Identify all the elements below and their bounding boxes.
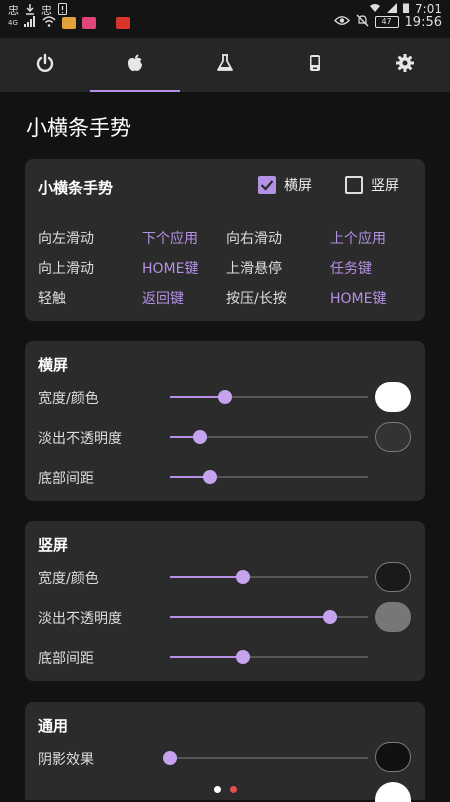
power-icon	[35, 53, 55, 77]
landscape-checkbox[interactable]: 横屏	[258, 175, 312, 195]
gear-icon	[395, 53, 415, 77]
page-dot[interactable]	[229, 785, 237, 793]
slider-thumb[interactable]	[236, 570, 251, 584]
portrait-opacity-slider[interactable]	[170, 610, 368, 624]
video-app-icon	[81, 17, 96, 29]
apple-icon	[125, 53, 145, 77]
gesture-value-swipe-hover[interactable]: 任务键	[330, 258, 372, 278]
gesture-value-swipe-left[interactable]: 下个应用	[142, 228, 198, 248]
gesture-label-tap: 轻触	[38, 291, 66, 307]
page-dot[interactable]	[213, 785, 221, 793]
status-row-bottom: 4G 47 19:56	[0, 14, 450, 32]
landscape-opacity-slider[interactable]	[170, 430, 368, 444]
slider-fill	[170, 656, 244, 658]
tab-device[interactable]	[270, 38, 360, 92]
wifi-icon	[42, 16, 56, 30]
portrait-card-title: 竖屏	[38, 536, 69, 554]
landscape-width-label: 宽度/颜色	[38, 391, 99, 407]
portrait-color-swatch[interactable]	[375, 562, 411, 592]
gesture-card: 小横条手势 横屏 竖屏 向左滑动 下个应用 向右滑动 上个应用 向上滑动 HOM…	[25, 159, 425, 321]
status-time: 19:56	[404, 14, 442, 30]
landscape-color-swatch[interactable]	[375, 382, 411, 412]
tab-power[interactable]	[0, 38, 90, 92]
gesture-label-press: 按压/长按	[226, 291, 287, 307]
slider-fill	[170, 576, 244, 578]
phone-icon	[305, 53, 325, 77]
tab-bar	[0, 38, 450, 92]
eye-icon	[333, 15, 350, 29]
gesture-value-press[interactable]: HOME键	[330, 288, 386, 308]
landscape-bottom-margin-slider[interactable]	[170, 470, 368, 484]
portrait-opacity-swatch[interactable]	[375, 602, 411, 632]
shadow-color-swatch[interactable]	[375, 742, 411, 772]
gesture-value-swipe-up[interactable]: HOME键	[142, 258, 198, 278]
checkbox-unchecked-icon	[345, 176, 363, 194]
tab-apple[interactable]	[90, 38, 180, 92]
slider-thumb[interactable]	[192, 430, 207, 444]
slider-thumb[interactable]	[323, 610, 338, 624]
page-title: 小横条手势	[26, 116, 131, 140]
general-card-title: 通用	[38, 717, 69, 735]
landscape-checkbox-label: 横屏	[284, 178, 312, 194]
gesture-card-title: 小横条手势	[38, 179, 114, 197]
battery-level: 47	[381, 17, 392, 26]
shadow-effect-label: 阴影效果	[38, 752, 94, 768]
game-app-icon	[115, 17, 130, 29]
slider-thumb[interactable]	[202, 470, 217, 484]
checkbox-checked-icon	[258, 176, 276, 194]
gesture-label-swipe-right: 向右滑动	[226, 231, 282, 247]
portrait-width-label: 宽度/颜色	[38, 571, 99, 587]
landscape-opacity-swatch[interactable]	[375, 422, 411, 452]
gesture-value-tap[interactable]: 返回键	[142, 288, 184, 308]
landscape-bottom-margin-label: 底部间距	[38, 471, 94, 487]
status-bar: 忠 忠 7:01 4G 47 19:56	[0, 0, 450, 38]
landscape-card-title: 横屏	[38, 356, 69, 374]
network-type: 4G	[8, 19, 18, 27]
portrait-opacity-label: 淡出不透明度	[38, 611, 122, 627]
mute-icon	[356, 14, 369, 30]
flask-icon	[215, 53, 235, 77]
slider-thumb[interactable]	[163, 751, 177, 765]
landscape-width-slider[interactable]	[170, 390, 368, 404]
portrait-bottom-margin-slider[interactable]	[170, 650, 368, 664]
portrait-bottom-margin-label: 底部间距	[38, 651, 94, 667]
signal-icon	[23, 16, 36, 30]
portrait-width-slider[interactable]	[170, 570, 368, 584]
tab-settings[interactable]	[360, 38, 450, 92]
shadow-effect-slider[interactable]	[163, 751, 368, 765]
gesture-value-swipe-right[interactable]: 上个应用	[330, 228, 386, 248]
slider-fill	[170, 616, 331, 618]
status-left-bottom: 4G	[8, 16, 130, 30]
portrait-card: 竖屏 宽度/颜色 淡出不透明度 底部间距	[25, 521, 425, 681]
app-notification-icon	[61, 17, 76, 29]
gesture-label-swipe-up: 向上滑动	[38, 261, 94, 277]
slider-thumb[interactable]	[218, 390, 233, 404]
landscape-opacity-label: 淡出不透明度	[38, 431, 122, 447]
landscape-card: 横屏 宽度/颜色 淡出不透明度 底部间距	[25, 341, 425, 501]
tab-lab[interactable]	[180, 38, 270, 92]
gesture-label-swipe-left: 向左滑动	[38, 231, 94, 247]
battery-icon: 47	[374, 16, 399, 28]
slider-thumb[interactable]	[236, 650, 251, 664]
portrait-checkbox[interactable]: 竖屏	[345, 175, 399, 195]
status-right-bottom: 47 19:56	[333, 14, 442, 30]
page-indicator	[0, 782, 450, 796]
slider-fill	[170, 396, 226, 398]
portrait-checkbox-label: 竖屏	[371, 178, 399, 194]
gesture-label-swipe-hover: 上滑悬停	[226, 261, 282, 277]
